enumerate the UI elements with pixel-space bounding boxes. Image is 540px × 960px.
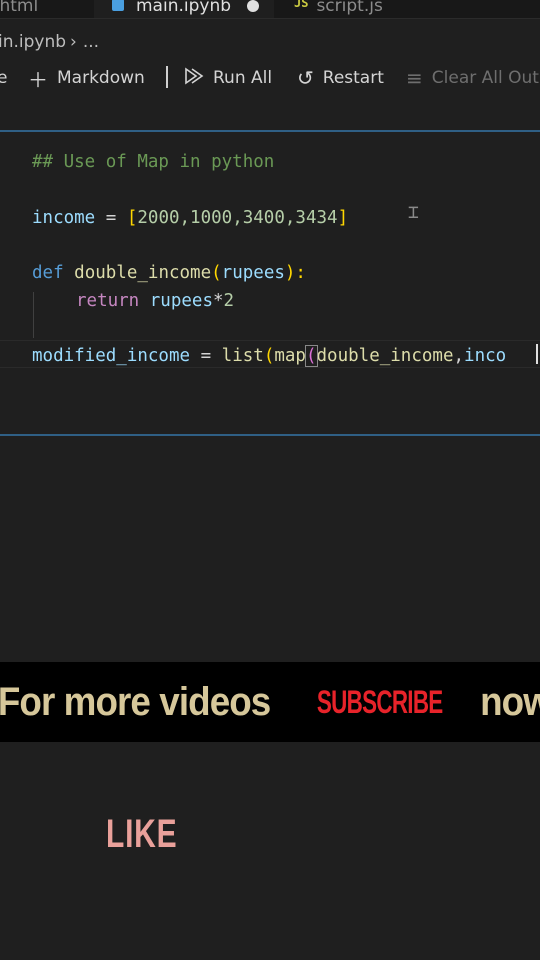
token-bracket: ] <box>337 208 349 228</box>
javascript-file-icon: JS <box>294 0 309 10</box>
tab-script-js-label: script.js <box>316 0 383 16</box>
clear-all-label: Clear All Out <box>431 68 539 88</box>
token-function: double_income <box>316 346 454 366</box>
token-number: 2 <box>223 291 235 311</box>
code-line-comment: ## Use of Map in python <box>32 152 275 172</box>
chevron-right-icon: › <box>70 32 77 52</box>
token-comma: , <box>453 346 465 366</box>
token-paren: ( <box>305 345 318 367</box>
add-markdown-button[interactable]: ＋ Markdown <box>28 62 145 94</box>
code-line-def: def double_income(rupees): <box>32 261 306 285</box>
token-op: * <box>212 291 224 311</box>
token-function: map <box>274 346 306 366</box>
token-paren: ( <box>211 263 222 283</box>
clear-all-icon: ≡ <box>406 66 423 90</box>
unsaved-dot-icon[interactable] <box>247 0 260 12</box>
token-function: double_income <box>74 263 212 283</box>
run-all-label: Run All <box>213 68 273 88</box>
indent-guide <box>33 292 34 338</box>
tab-main-ipynb-label: main.ipynb <box>136 0 232 16</box>
token-numbers: 2000,1000,3400,3434 <box>137 208 338 228</box>
restart-button[interactable]: ↺ Restart <box>297 62 384 94</box>
tab-html-label: x.html <box>0 0 39 16</box>
token-keyword: def <box>32 263 64 283</box>
code-editor[interactable]: ## Use of Map in python income = [2000,1… <box>32 150 506 410</box>
token-op: = <box>190 346 222 366</box>
code-line-income: income = [2000,1000,3400,3434] <box>32 206 348 230</box>
plus-icon: ＋ <box>28 67 48 92</box>
token-paren: ): <box>284 263 306 283</box>
screen: x.html main.ipynb JS script.js in.ipynb … <box>0 0 540 960</box>
add-code-button[interactable]: e <box>0 62 7 94</box>
code-line-return: return rupees*2 <box>76 289 234 313</box>
token-var: inco <box>464 346 507 366</box>
token-var: income <box>32 208 96 228</box>
tab-main-ipynb[interactable]: main.ipynb <box>94 0 274 18</box>
banner-text-before: For more videos <box>0 679 271 724</box>
banner-subscribe: SUBSCRIBE <box>316 683 443 720</box>
notebook-icon <box>112 0 124 11</box>
editor-tab-bar: x.html main.ipynb JS script.js <box>0 0 540 19</box>
banner-text-after: now <box>480 679 540 724</box>
run-all-button[interactable]: Run All <box>184 62 272 94</box>
run-all-icon <box>184 66 204 91</box>
breadcrumb: in.ipynb › ... <box>0 30 99 54</box>
mouse-ibeam-icon: ⌶ <box>408 202 419 223</box>
token-keyword: return <box>76 291 140 311</box>
add-code-label: e <box>0 68 8 88</box>
token-function: list <box>221 346 264 366</box>
subscribe-banner: For more videos SUBSCRIBE now <box>0 662 540 742</box>
clear-all-outputs-button[interactable]: ≡ Clear All Out <box>406 62 539 94</box>
breadcrumb-ellipsis[interactable]: ... <box>83 32 99 52</box>
code-cell[interactable]: ## Use of Map in python income = [2000,1… <box>0 130 540 436</box>
token-op: = <box>95 208 127 228</box>
token-param: rupees <box>221 263 285 283</box>
tab-script-js[interactable]: JS script.js <box>280 0 440 18</box>
token-var: modified_income <box>32 346 191 366</box>
tab-html[interactable]: x.html <box>0 0 74 18</box>
restart-label: Restart <box>322 68 384 88</box>
text-caret <box>536 344 538 364</box>
toolbar-divider <box>166 66 168 88</box>
token-paren: ( <box>263 346 275 366</box>
breadcrumb-file[interactable]: in.ipynb <box>0 32 66 52</box>
restart-icon: ↺ <box>297 66 314 90</box>
add-markdown-label: Markdown <box>57 68 145 88</box>
code-line-modified: modified_income = list(map(double_income… <box>32 344 506 368</box>
token-bracket: [ <box>126 208 138 228</box>
token-var: rupees <box>149 291 213 311</box>
notebook-toolbar: e ＋ Markdown Run All ↺ Restart ≡ Clear A… <box>0 62 540 94</box>
like-label: LIKE <box>106 812 178 856</box>
